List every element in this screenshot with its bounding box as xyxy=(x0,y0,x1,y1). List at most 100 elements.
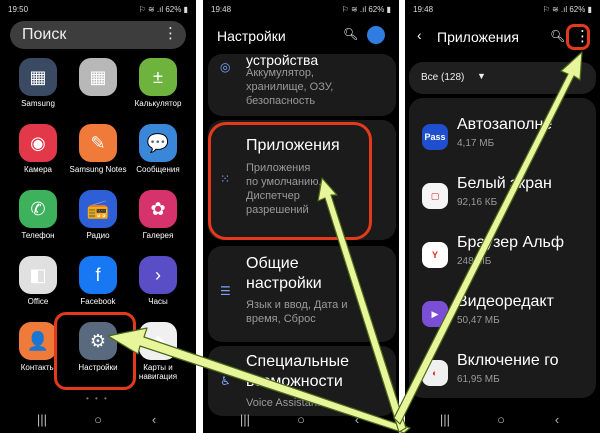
app-size: 61,95 МБ xyxy=(457,374,500,385)
settings-card-device[interactable]: ◎ устройства Аккумулятор, хранилище, ОЗУ… xyxy=(208,52,396,116)
app-icon-graphic: ◆ xyxy=(139,322,177,360)
settings-app-highlight xyxy=(54,312,136,390)
list-item[interactable]: ▢ Белый экран 92,16 КБ xyxy=(409,171,599,229)
app-icon-5[interactable]: 💬 Сообщения xyxy=(128,124,188,174)
app-label: Office xyxy=(27,297,49,306)
page-title: Приложения xyxy=(437,29,519,45)
app-size: 50,47 МБ xyxy=(457,315,500,326)
back-icon[interactable]: ‹ xyxy=(347,412,367,428)
app-label: Радио xyxy=(86,231,110,240)
recents-icon[interactable]: ||| xyxy=(235,412,255,428)
back-icon[interactable]: ‹ xyxy=(144,412,164,428)
status-bar: 19:48 ⚐ ≋ .ıl 62% ▮ xyxy=(203,3,399,15)
app-size: 92,16 КБ xyxy=(457,197,498,208)
settings-item-title: Специальные возможности xyxy=(246,353,350,390)
app-icon-graphic: ✆ xyxy=(19,190,57,228)
apps-item-highlight xyxy=(208,122,372,240)
page-title: Настройки xyxy=(217,28,286,44)
accessibility-icon: ♿︎ xyxy=(220,374,231,388)
settings-item-general[interactable]: ☰ Общие настройки Язык и ввод, Дата и вр… xyxy=(208,246,396,342)
home-icon[interactable]: ○ xyxy=(88,412,108,428)
app-name: Автозаполне xyxy=(457,116,553,133)
search-icon[interactable]: 🔍︎ xyxy=(343,27,358,41)
navigation-bar: ||| ○ ‹ xyxy=(0,407,196,433)
app-icon-graphic: ▦ xyxy=(79,58,117,96)
app-name: Браузер Альф xyxy=(457,234,565,251)
app-label: Камера xyxy=(24,165,52,174)
app-name: Включение го xyxy=(457,352,559,369)
home-icon[interactable]: ○ xyxy=(491,412,511,428)
app-icon-graphic: ◧ xyxy=(19,256,57,294)
navigation-bar: ||| ○ ‹ xyxy=(405,407,600,433)
app-icon-10[interactable]: f Facebook xyxy=(68,256,128,306)
settings-item-accessibility[interactable]: ♿︎ Специальные возможности Voice Assista… xyxy=(208,346,396,416)
settings-item-subtitle: Аккумулятор, хранилище, ОЗУ, безопасност… xyxy=(246,67,334,107)
app-label: Facebook xyxy=(80,297,116,306)
app-icon-9[interactable]: ◧ Office xyxy=(8,256,68,306)
app-label: Телефон xyxy=(21,231,55,240)
status-time: 19:48 xyxy=(413,5,434,14)
app-icon-3[interactable]: ◉ Камера xyxy=(8,124,68,174)
app-icon-11[interactable]: › Часы xyxy=(128,256,188,306)
app-label: Сообщения xyxy=(136,165,180,174)
app-name: Белый экран xyxy=(457,175,552,192)
app-icon-6[interactable]: ✆ Телефон xyxy=(8,190,68,240)
list-item[interactable]: ◐ Включение го 61,95 МБ xyxy=(409,348,599,406)
list-item[interactable]: Y Браузер Альф 248 МБ xyxy=(409,230,599,288)
app-icon-8[interactable]: ✿ Галерея xyxy=(128,190,188,240)
search-label: Поиск xyxy=(22,26,67,43)
apps-list-screen: 19:48 ⚐ ≋ .ıl 62% ▮ ‹ Приложения 🔍︎ ⋮ Вс… xyxy=(405,0,600,433)
list-item[interactable]: ▶ Видеоредакт 50,47 МБ xyxy=(409,289,599,347)
list-item[interactable]: Pass Автозаполне 4,17 МБ xyxy=(409,112,599,170)
status-bar: 19:50 ⚐ ≋ .ıl 62% ▮ xyxy=(0,3,196,15)
search-icon[interactable]: 🔍︎ xyxy=(550,29,565,43)
app-label: Samsung xyxy=(21,99,55,108)
avatar[interactable] xyxy=(367,26,385,44)
finder-search-bar[interactable]: Поиск ⋮ xyxy=(10,21,186,49)
back-arrow-icon[interactable]: ‹ xyxy=(417,27,422,43)
status-time: 19:50 xyxy=(8,5,29,14)
app-icon-4[interactable]: ✎ Samsung Notes xyxy=(68,124,128,174)
app-label: Калькулятор xyxy=(134,99,182,108)
app-label: Samsung Notes xyxy=(69,165,127,174)
navigation-bar: ||| ○ ‹ xyxy=(203,407,399,433)
app-icon-1[interactable]: ▦ xyxy=(68,58,128,99)
status-icons: ⚐ ≋ .ıl 62% ▮ xyxy=(542,5,592,14)
app-icon-graphic: ± xyxy=(139,58,177,96)
app-size: 248 МБ xyxy=(457,256,492,267)
app-label: Карты и навигация xyxy=(138,363,178,381)
recents-icon[interactable]: ||| xyxy=(32,412,52,428)
app-icon-graphic: ✎ xyxy=(79,124,117,162)
app-icon-graphic: f xyxy=(79,256,117,294)
app-name: Видеоредакт xyxy=(457,293,554,310)
app-icon-2[interactable]: ± Калькулятор xyxy=(128,58,188,108)
home-icon[interactable]: ○ xyxy=(291,412,311,428)
menu-icon-highlight xyxy=(566,24,590,50)
app-icon: ▶ xyxy=(422,301,448,327)
dropdown-arrow-icon: ▼ xyxy=(477,71,486,81)
app-icon-7[interactable]: 📻 Радио xyxy=(68,190,128,240)
status-time: 19:48 xyxy=(211,5,232,14)
app-icon: ◐ xyxy=(422,360,448,386)
app-icon-graphic: ✿ xyxy=(139,190,177,228)
device-care-icon: ◎ xyxy=(220,60,231,74)
app-icon: Y xyxy=(422,242,448,268)
app-icon-14[interactable]: ◆ Карты и навигация xyxy=(128,322,188,381)
app-icon-graphic: ◉ xyxy=(19,124,57,162)
app-icon-graphic: 💬 xyxy=(139,124,177,162)
app-icon-graphic: ▦ xyxy=(19,58,57,96)
sliders-icon: ☰ xyxy=(220,284,231,298)
app-icon-graphic: 📻 xyxy=(79,190,117,228)
app-label: Часы xyxy=(148,297,168,306)
app-icon-graphic: › xyxy=(139,256,177,294)
recents-icon[interactable]: ||| xyxy=(435,412,455,428)
back-icon[interactable]: ‹ xyxy=(547,412,567,428)
app-label: Галерея xyxy=(142,231,174,240)
status-icons: ⚐ ≋ .ıl 62% ▮ xyxy=(341,5,391,14)
page-indicator: • • • xyxy=(86,394,109,403)
status-bar: 19:48 ⚐ ≋ .ıl 62% ▮ xyxy=(405,3,600,15)
more-options-icon[interactable]: ⋮ xyxy=(163,24,178,42)
filter-label: Все (128) xyxy=(421,72,465,83)
apps-filter-dropdown[interactable]: Все (128) ▼ xyxy=(409,62,596,94)
app-icon-0[interactable]: ▦ Samsung xyxy=(8,58,68,108)
